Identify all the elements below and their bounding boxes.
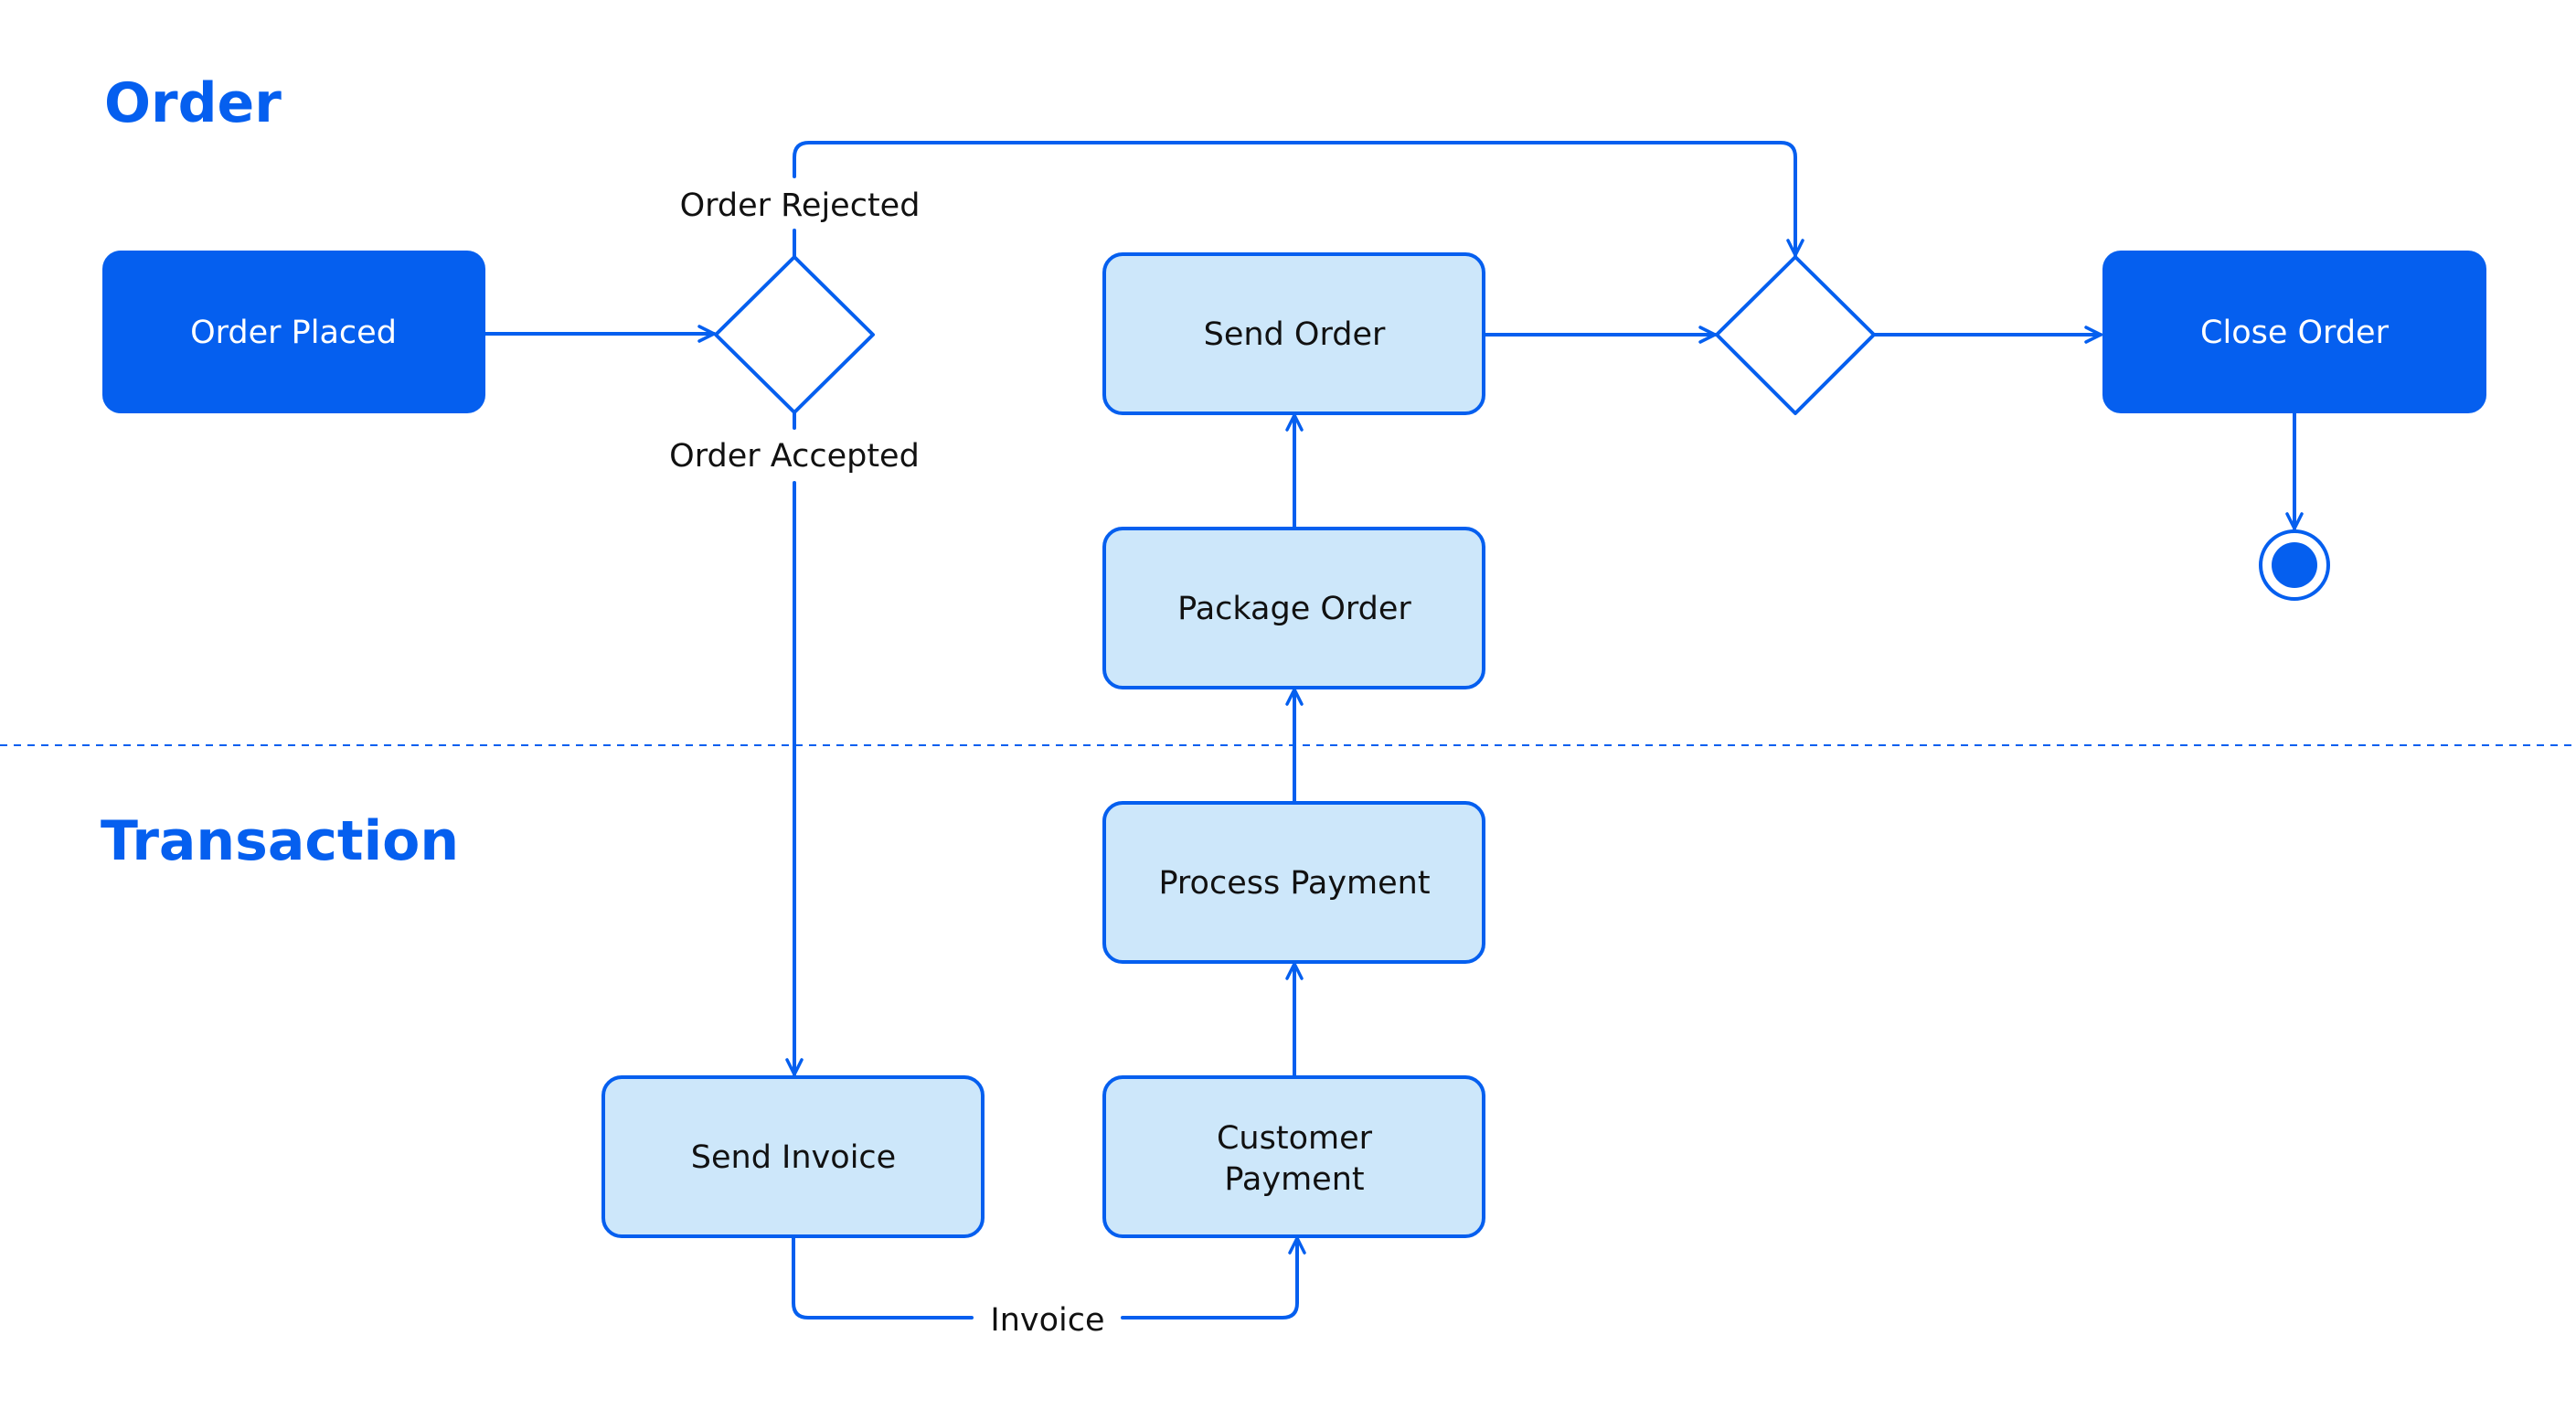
edge-label-order-accepted: Order Accepted	[669, 438, 920, 475]
decision-node-accept[interactable]	[714, 255, 875, 414]
edge-order-rejected[interactable]	[793, 141, 1804, 257]
node-customer-payment[interactable]: Customer Payment	[1102, 1075, 1485, 1238]
node-label: Order Placed	[190, 315, 397, 351]
node-order-placed[interactable]: Order Placed	[102, 251, 485, 413]
node-label-line1: Customer	[1217, 1120, 1373, 1157]
merge-diamond	[1715, 255, 1876, 415]
merge-node[interactable]	[1715, 255, 1876, 415]
lane-title-order: Order	[104, 71, 282, 135]
edge-invoice-right[interactable]	[1121, 1236, 1306, 1320]
node-label: Process Payment	[1158, 865, 1430, 902]
node-label: Send Order	[1204, 316, 1386, 353]
decision-diamond	[714, 255, 875, 414]
node-package-order[interactable]: Package Order	[1102, 527, 1485, 689]
node-label-line2: Payment	[1224, 1161, 1364, 1198]
node-send-invoice[interactable]: Send Invoice	[601, 1075, 985, 1238]
node-close-order[interactable]: Close Order	[2102, 251, 2486, 413]
activity-diagram: Order Transaction Order Rejected Order A…	[0, 71, 2576, 1339]
edge-invoice-left[interactable]	[792, 1234, 974, 1320]
node-label: Package Order	[1177, 591, 1411, 627]
final-node[interactable]	[2259, 529, 2330, 601]
node-label: Send Invoice	[691, 1139, 896, 1176]
edge-label-invoice: Invoice	[990, 1302, 1104, 1339]
node-send-order[interactable]: Send Order	[1102, 252, 1485, 415]
edge-label-order-rejected: Order Rejected	[680, 187, 921, 224]
lane-title-transaction: Transaction	[101, 809, 459, 873]
node-label: Close Order	[2200, 315, 2390, 351]
final-node-dot	[2272, 542, 2317, 588]
node-process-payment[interactable]: Process Payment	[1102, 801, 1485, 964]
